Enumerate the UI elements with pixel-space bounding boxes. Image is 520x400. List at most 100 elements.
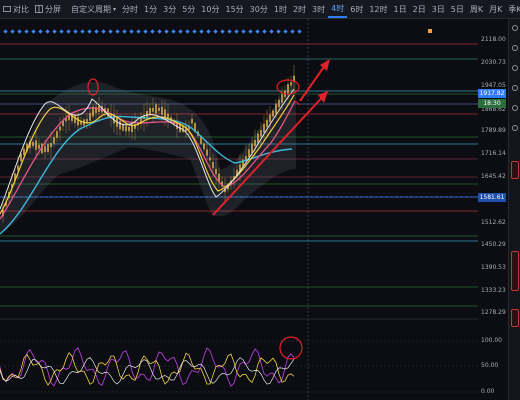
candle-body [158, 107, 160, 111]
period-tab[interactable]: 3分 [160, 0, 179, 18]
candle-body [272, 110, 274, 117]
compare-button[interactable]: 对比 [0, 0, 32, 18]
price-axis[interactable]: 2118.00 2030.73 1947.05 1868.62 1789.89 1716.… [478, 19, 508, 400]
candle-body [47, 144, 49, 152]
custom-period-dropdown[interactable]: 自定义周期 ▾ [68, 0, 119, 18]
sidebar-alert-button[interactable] [511, 309, 519, 327]
candle-body [248, 149, 250, 157]
candle-body [53, 137, 55, 144]
period-tab[interactable]: 2日 [410, 0, 429, 18]
price-tick-label: 1645.42 [481, 173, 506, 180]
sidebar-tool-icon[interactable] [512, 65, 518, 71]
candle-body [209, 157, 211, 161]
candle-body [287, 84, 289, 94]
candle-body [128, 126, 130, 132]
candle-body [257, 133, 259, 143]
candle-body [212, 162, 214, 169]
chevron-down-icon: ▾ [113, 5, 117, 13]
price-tick-label: 2118.00 [481, 36, 506, 43]
candle-body [23, 148, 25, 156]
candle-body [149, 107, 151, 116]
candle-body [206, 149, 208, 156]
period-tab[interactable]: 分时 [119, 0, 141, 18]
period-tab[interactable]: 3日 [429, 0, 448, 18]
period-tab[interactable]: 5日 [448, 0, 467, 18]
candle-body [77, 117, 79, 126]
period-tab[interactable]: 6时 [347, 0, 366, 18]
candle-body [59, 126, 61, 131]
sidebar-tool-icon[interactable] [512, 125, 518, 131]
candle-body [86, 118, 88, 123]
price-tick-label: 1278.29 [481, 309, 506, 316]
period-tab[interactable]: 3时 [309, 0, 328, 18]
candle-body [215, 168, 217, 175]
current-price-label: 1917.82 [478, 89, 506, 98]
candle-body [35, 140, 37, 150]
period-tab[interactable]: 1时 [271, 0, 290, 18]
oscillator-tick-label: 0.00 [481, 388, 495, 395]
oscillator-tick-label: 50.00 [481, 362, 499, 369]
candle-body [191, 118, 193, 124]
candle-body [278, 99, 280, 108]
candle-body [119, 120, 121, 130]
period-tabs: 分时 1分 3分 5分 10分 15分 30分 1时 2时 3时 4时 6时 12时 1日 2日 3日 5日 周K… [119, 0, 520, 18]
candle-body [203, 143, 205, 150]
candle-body [266, 119, 268, 127]
oscillator-tick-label: 100.00 [481, 337, 502, 344]
price-tick-label: 1333.23 [481, 287, 506, 294]
candle-body [155, 104, 157, 114]
period-tab[interactable]: 月K [486, 0, 505, 18]
compare-label: 对比 [13, 4, 29, 14]
candle-body [164, 109, 166, 117]
candle-body [152, 107, 154, 112]
period-tab[interactable]: 季K [505, 0, 520, 18]
sidebar-order-panel[interactable] [511, 251, 519, 291]
period-tab[interactable]: 1分 [141, 0, 160, 18]
custom-period-label: 自定义周期 [71, 4, 111, 14]
candle-body [167, 113, 169, 119]
price-tick-label: 1390.53 [481, 264, 506, 271]
sidebar-tool-icon[interactable] [512, 105, 518, 111]
candle-body [32, 141, 34, 147]
price-tick-label: 1450.29 [481, 241, 506, 248]
chart-toolbar: 对比 分屏 自定义周期 ▾ 分时 1分 3分 5分 10分 15分 30分 1时 2时 3时 4时 6… [0, 0, 520, 19]
period-tab[interactable]: 15分 [222, 0, 246, 18]
candle-countdown-label: 18:30 [478, 99, 506, 108]
period-tab[interactable]: 5分 [179, 0, 198, 18]
candle-body [260, 130, 262, 137]
sidebar-tool-icon[interactable] [512, 45, 518, 51]
candle-body [251, 143, 253, 153]
sidebar-alert-button[interactable] [511, 161, 519, 179]
price-tick-label: 2030.73 [481, 59, 506, 66]
period-tab[interactable]: 10分 [198, 0, 222, 18]
sidebar-tool-icon[interactable] [512, 25, 518, 31]
period-tab[interactable]: 4时 [328, 0, 348, 18]
right-sidebar [508, 19, 520, 400]
price-tick-label: 1947.05 [481, 82, 506, 89]
split-screen-button[interactable]: 分屏 [32, 0, 64, 18]
candle-body [146, 110, 148, 118]
split-screen-label: 分屏 [45, 4, 61, 14]
candle-body [89, 112, 91, 121]
candle-body [290, 82, 292, 86]
candle-body [254, 140, 256, 147]
candle-body [44, 146, 46, 153]
candle-body [263, 124, 265, 133]
period-tab[interactable]: 1日 [391, 0, 410, 18]
sidebar-tool-icon[interactable] [512, 85, 518, 91]
price-chart[interactable] [0, 19, 478, 400]
candle-body [125, 126, 127, 132]
price-tick-label: 1716.14 [481, 150, 506, 157]
candle-body [245, 156, 247, 160]
period-tab[interactable]: 周K [467, 0, 486, 18]
compare-icon [3, 6, 11, 12]
candle-body [38, 144, 40, 149]
candle-body [50, 143, 52, 148]
price-tick-label: 1789.89 [481, 127, 506, 134]
period-tab[interactable]: 12时 [366, 0, 390, 18]
period-tab[interactable]: 2时 [290, 0, 309, 18]
price-tick-label: 1512.62 [481, 219, 506, 226]
candle-body [161, 106, 163, 115]
candle-body [275, 103, 277, 114]
period-tab[interactable]: 30分 [247, 0, 271, 18]
